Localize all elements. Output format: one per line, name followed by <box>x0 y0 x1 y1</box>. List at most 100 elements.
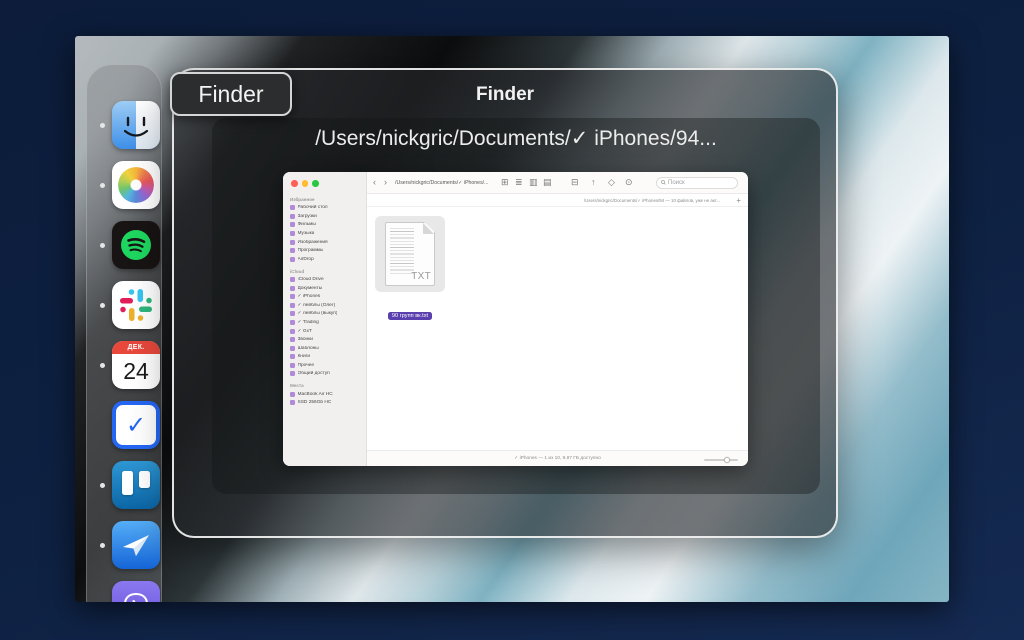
file-name-label: 90 групп вк.txt <box>375 304 445 322</box>
spotify-waves <box>121 230 151 260</box>
sidebar-item[interactable]: Прочее <box>290 361 366 370</box>
icon-view-icon: ⊞ <box>501 177 509 187</box>
sidebar-item[interactable]: Изображения <box>290 238 366 247</box>
folder-icon <box>290 294 295 300</box>
finder-face <box>123 116 149 137</box>
dock-item-calendar[interactable]: ДЕК. 24 <box>100 341 160 389</box>
sidebar-item-label: Рабочий стол <box>297 205 328 211</box>
running-indicator <box>100 182 105 188</box>
window-path-label: /Users/nickgric/Documents/✓ iPhones/94..… <box>315 127 717 150</box>
dock: ДЕК. 24 ✓ <box>86 64 162 602</box>
dock-item-things[interactable]: ✓ <box>112 401 160 449</box>
folder-icon <box>290 371 295 377</box>
sidebar-item[interactable]: AirDrop <box>290 255 366 264</box>
sidebar-item[interactable]: ✓ GxT <box>290 327 366 336</box>
sidebar-item[interactable]: Шаблоны <box>290 344 366 353</box>
sidebar-item-label: Шаблоны <box>297 345 319 351</box>
dock-item-finder[interactable] <box>100 101 160 149</box>
folder-icon <box>290 276 295 282</box>
page-fold <box>423 223 434 234</box>
sidebar-item[interactable]: MacBook Air НС <box>290 390 366 399</box>
sidebar-item-label: Книги <box>297 354 311 360</box>
calendar-day: 24 <box>123 358 149 384</box>
dock-item-photos[interactable] <box>100 161 160 209</box>
sidebar-item-label: AirDrop <box>297 256 314 262</box>
sidebar-item-label: Прочее <box>297 362 315 368</box>
sidebar-item[interactable]: iCloud Drive <box>290 275 366 284</box>
sidebar-section-header: Избранное <box>290 197 315 202</box>
desktop-screenshot: Finder /Users/nickgric/Documents/✓ iPhon… <box>75 36 949 602</box>
sidebar-item-label: ✓ iPhones <box>297 294 321 300</box>
finder-status-bar: ✓ iPhones — 1 из 10, 9,87 ГБ доступно <box>367 450 748 466</box>
sidebar-item[interactable]: Общий доступ <box>290 370 366 379</box>
running-indicator <box>100 482 105 488</box>
running-indicator <box>100 242 105 248</box>
finder-content-area: TXT 90 групп вк.txt <box>367 207 748 450</box>
sidebar-item-label: Общий доступ <box>297 371 330 377</box>
dock-item-slack[interactable] <box>100 281 160 329</box>
trello-bar <box>139 471 150 488</box>
sidebar-item-label: iCloud Drive <box>297 276 324 282</box>
sidebar-item-label: MacBook Air НС <box>297 391 333 397</box>
sidebar-item[interactable]: Программы <box>290 246 366 255</box>
window-preview-card[interactable]: /Users/nickgric/Documents/✓ iPhones/94..… <box>212 118 820 494</box>
folder-icon <box>290 285 295 291</box>
sidebar-item-label: Звонки <box>297 337 314 343</box>
sidebar-item[interactable]: SSD 256Gb НС <box>290 398 366 407</box>
sidebar-item[interactable]: Документы <box>290 284 366 293</box>
dock-item-trello[interactable] <box>100 461 160 509</box>
txt-file-icon: TXT <box>385 222 435 286</box>
sidebar-item[interactable]: ✓ лейблы (выкуп) <box>290 310 366 319</box>
tag-icon: ◇ <box>608 177 615 187</box>
new-tab-icon: + <box>736 196 741 205</box>
search-field: Поиск <box>656 176 738 189</box>
viber-phone-bubble <box>124 592 148 602</box>
sidebar-item-label: ✓ лейблы (Олег) <box>297 302 336 308</box>
zoom-icon <box>312 180 319 187</box>
sidebar-item[interactable]: Загрузки <box>290 212 366 221</box>
gallery-view-icon: ▤ <box>543 177 552 187</box>
traffic-lights <box>291 180 319 187</box>
sidebar-item[interactable]: ✓ iPhones <box>290 292 366 301</box>
slack-icon <box>112 281 160 329</box>
group-by-icon: ⊟ <box>571 177 579 187</box>
sidebar-item[interactable]: Музыка <box>290 229 366 238</box>
finder-window-thumbnail[interactable]: Избранное Рабочий стол Загрузки Фильмы Музык… <box>283 172 748 466</box>
sidebar-item-label: Изображения <box>297 239 328 245</box>
sidebar-item[interactable]: Звонки <box>290 335 366 344</box>
search-icon <box>661 180 666 185</box>
slider-knob <box>724 456 730 463</box>
folder-icon <box>290 319 295 325</box>
sidebar-item[interactable]: Фильмы <box>290 221 366 230</box>
sidebar-item[interactable]: Рабочий стол <box>290 204 366 213</box>
tooltip-label: Finder <box>198 80 264 107</box>
dock-item-spotify[interactable] <box>100 221 160 269</box>
running-indicator <box>100 122 105 128</box>
sidebar-item[interactable]: Книги <box>290 353 366 362</box>
folder-icon <box>290 231 295 237</box>
spotify-icon <box>112 221 160 269</box>
calendar-icon: ДЕК. 24 <box>112 341 160 389</box>
sidebar-item-label: ✓ Trading <box>297 319 319 325</box>
sidebar-item[interactable]: ✓ лейблы (Олег) <box>290 301 366 310</box>
trello-bar <box>122 471 133 495</box>
share-icon: ↑ <box>591 177 596 187</box>
folder-icon <box>290 391 295 397</box>
photos-flower <box>118 167 154 203</box>
selected-file-tile[interactable]: TXT 90 групп вк.txt <box>375 216 445 320</box>
folder-icon <box>290 302 295 308</box>
folder-icon <box>290 311 295 317</box>
finder-sidebar: Избранное Рабочий стол Загрузки Фильмы Музык… <box>283 172 367 466</box>
search-placeholder: Поиск <box>668 179 685 186</box>
folder-icon <box>290 222 295 228</box>
folder-icon <box>290 248 295 254</box>
folder-icon <box>290 213 295 219</box>
close-icon <box>291 180 298 187</box>
icon-size-slider <box>704 456 738 463</box>
dock-item-viber[interactable] <box>112 581 160 602</box>
dock-item-spark[interactable] <box>100 521 160 569</box>
forward-icon: › <box>384 177 387 187</box>
sidebar-item-label: ✓ лейблы (выкуп) <box>297 311 338 317</box>
sidebar-item[interactable]: ✓ Trading <box>290 318 366 327</box>
file-type-badge: TXT <box>411 271 431 282</box>
